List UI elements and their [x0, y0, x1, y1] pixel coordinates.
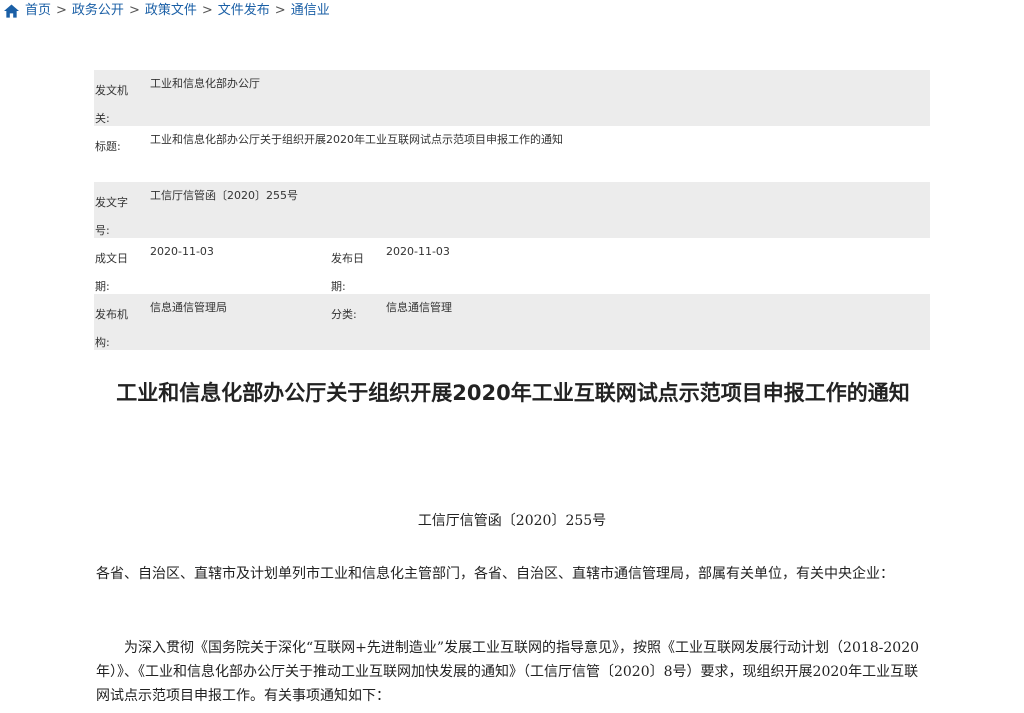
pubdate-value: 2020-11-03 — [386, 245, 450, 258]
meta-row-issuer: 发文机关: 工业和信息化部办公厅 — [94, 70, 930, 126]
breadcrumb: 首页 > 政务公开 > 政策文件 > 文件发布 > 通信业 — [4, 2, 330, 20]
breadcrumb-document-release[interactable]: 文件发布 — [218, 2, 270, 20]
document-number: 工信厅信管函〔2020〕255号 — [417, 513, 607, 529]
document-title: 工业和信息化部办公厅关于组织开展2020年工业互联网试点示范项目申报工作的通知 — [116, 381, 910, 405]
breadcrumb-separator: > — [128, 3, 140, 18]
meta-row-dates: 成文日期: 2020-11-03 发布日期: 2020-11-03 — [94, 238, 930, 294]
breadcrumb-separator: > — [201, 3, 213, 18]
title-label: 标题: — [95, 140, 121, 153]
breadcrumb-policy-documents[interactable]: 政策文件 — [145, 2, 197, 20]
issuer-value: 工业和信息化部办公厅 — [150, 77, 260, 90]
breadcrumb-government-affairs[interactable]: 政务公开 — [72, 2, 124, 20]
pubdate-label: 发布日期: — [331, 252, 364, 293]
category-value: 信息通信管理 — [386, 301, 452, 314]
breadcrumb-separator: > — [274, 3, 286, 18]
meta-row-docno: 发文字号: 工信厅信管函〔2020〕255号 — [94, 182, 930, 238]
date-value: 2020-11-03 — [150, 245, 214, 258]
agency-label: 发布机构: — [95, 308, 128, 349]
breadcrumb-home[interactable]: 首页 — [25, 2, 51, 20]
date-label: 成文日期: — [95, 252, 128, 293]
meta-row-title: 标题: 工业和信息化部办公厅关于组织开展2020年工业互联网试点示范项目申报工作… — [94, 126, 930, 182]
docno-value: 工信厅信管函〔2020〕255号 — [150, 189, 298, 202]
category-label: 分类: — [331, 308, 357, 321]
agency-value: 信息通信管理局 — [150, 301, 227, 314]
body-paragraph: 为深入贯彻《国务院关于深化“互联网+先进制造业”发展工业互联网的指导意见》，按照… — [96, 640, 920, 704]
breadcrumb-telecom[interactable]: 通信业 — [291, 2, 330, 20]
docno-label: 发文字号: — [95, 196, 128, 237]
document-metadata-table: 发文机关: 工业和信息化部办公厅 标题: 工业和信息化部办公厅关于组织开展202… — [94, 70, 930, 350]
addressee-paragraph: 各省、自治区、直辖市及计划单列市工业和信息化主管部门，各省、自治区、直辖市通信管… — [96, 566, 894, 582]
meta-row-agency: 发布机构: 信息通信管理局 分类: 信息通信管理 — [94, 294, 930, 350]
title-value: 工业和信息化部办公厅关于组织开展2020年工业互联网试点示范项目申报工作的通知 — [150, 133, 563, 146]
home-icon[interactable] — [4, 4, 19, 18]
breadcrumb-separator: > — [56, 3, 67, 18]
issuer-label: 发文机关: — [95, 84, 128, 125]
